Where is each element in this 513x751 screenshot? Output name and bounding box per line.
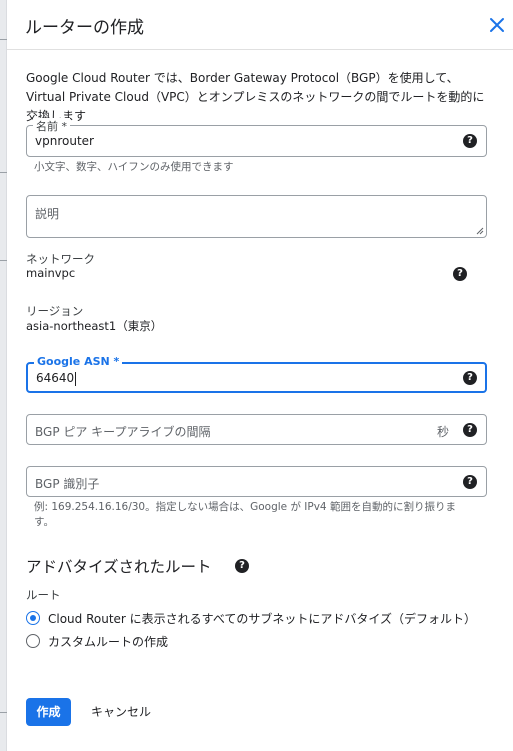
- network-label: ネットワーク: [26, 252, 95, 266]
- close-icon: [490, 18, 504, 32]
- help-icon[interactable]: ?: [463, 134, 477, 148]
- network-value: mainvpc: [26, 266, 76, 280]
- region-value: asia-northeast1（東京）: [26, 319, 163, 333]
- panel-title: ルーターの作成: [25, 18, 144, 38]
- bgp-identifier-hint: 例: 169.254.16.16/30。指定しない場合は、Google が IP…: [34, 501, 456, 528]
- keepalive-help-icon[interactable]: ?: [463, 423, 477, 437]
- google-asn-label: Google ASN *: [34, 355, 123, 368]
- google-asn-help-icon[interactable]: ?: [463, 371, 477, 385]
- radio-custom-routes[interactable]: カスタムルートの作成: [26, 632, 168, 650]
- radio-custom-routes-label: カスタムルートの作成: [48, 634, 169, 649]
- name-field[interactable]: 名前 * vpnrouter ?: [26, 118, 487, 157]
- panel-header: ルーターの作成: [7, 0, 513, 50]
- radio-button-checked[interactable]: [26, 611, 40, 625]
- description-placeholder: 説明: [35, 207, 60, 221]
- radio-button-unchecked[interactable]: [26, 634, 40, 648]
- keepalive-placeholder: BGP ピア キープアライブの間隔: [35, 425, 211, 439]
- radio-advertise-all-subnets[interactable]: Cloud Router に表示されるすべてのサブネットにアドバタイズ（デフォル…: [26, 609, 476, 627]
- description-textarea[interactable]: 説明: [26, 195, 487, 238]
- name-field-hint: 小文字、数字、ハイフンのみ使用できます: [34, 161, 234, 173]
- resize-grip-icon[interactable]: [476, 227, 484, 235]
- network-help-icon[interactable]: ?: [453, 267, 467, 281]
- close-button[interactable]: [487, 15, 507, 35]
- keepalive-unit-suffix: 秒: [437, 425, 450, 439]
- background-page-strip: [0, 0, 7, 751]
- radio-advertise-all-label: Cloud Router に表示されるすべてのサブネットにアドバタイズ（デフォル…: [48, 611, 476, 626]
- router-description-text: Google Cloud Router では、Border Gateway Pr…: [26, 71, 485, 123]
- name-field-value: vpnrouter: [35, 134, 94, 148]
- cancel-button[interactable]: キャンセル: [91, 698, 151, 726]
- create-router-panel: ルーターの作成 Google Cloud Router では、Border Ga…: [7, 0, 513, 751]
- bgp-identifier-field[interactable]: BGP 識別子 ?: [26, 466, 487, 497]
- google-asn-value: 64640: [36, 371, 77, 386]
- name-field-label: 名前 *: [33, 118, 70, 134]
- advertised-routes-help-icon[interactable]: ?: [235, 559, 249, 573]
- advertised-routes-title: アドバタイズされたルート: [26, 558, 212, 576]
- keepalive-interval-field[interactable]: BGP ピア キープアライブの間隔 秒 ?: [26, 414, 487, 445]
- routes-group-label: ルート: [26, 588, 61, 602]
- bgp-identifier-placeholder: BGP 識別子: [35, 477, 100, 491]
- bgp-identifier-help-icon[interactable]: ?: [463, 475, 477, 489]
- google-asn-field[interactable]: Google ASN * 64640 ?: [26, 355, 487, 393]
- region-label: リージョン: [26, 304, 84, 318]
- create-button[interactable]: 作成: [26, 698, 71, 726]
